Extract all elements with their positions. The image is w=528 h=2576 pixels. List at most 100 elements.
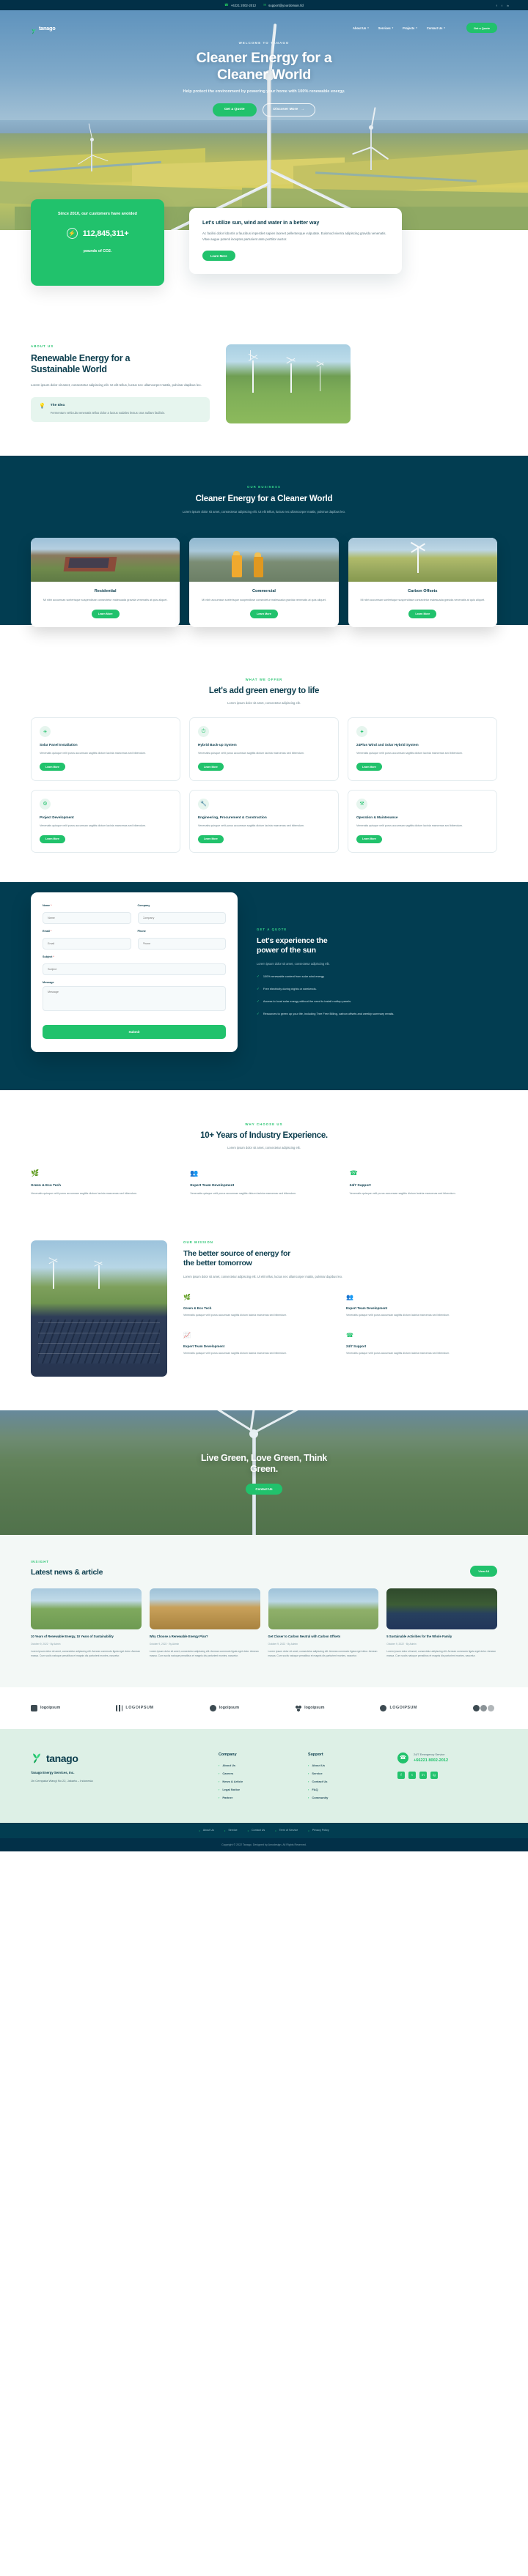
business-card[interactable]: Residential Mi nibh accumsan scelerisque…: [31, 538, 180, 628]
service-learn-more-button[interactable]: Learn More: [40, 834, 65, 843]
service-card[interactable]: ☀ Solar Panel Installation Venenatis qui…: [31, 717, 180, 781]
footer-link-support-faq[interactable]: › FAQ: [308, 1788, 378, 1791]
business-card-body: Mi nibh accumsan scelerisque suspendisse…: [360, 599, 485, 602]
news-card[interactable]: 10 Years of Renewable Energy, 10 Years o…: [31, 1588, 142, 1658]
footer-company-name: Tanago Energy Services, Inc.: [31, 1770, 75, 1774]
footbar-link-contact-us[interactable]: • Contact Us: [248, 1829, 265, 1832]
business-card-learn-more-button[interactable]: Learn More: [250, 610, 278, 619]
service-card[interactable]: ✦ 24Plus Wind and Solar Hybrid System Ve…: [348, 717, 497, 781]
twitter-icon[interactable]: t: [408, 1771, 416, 1779]
services-subtitle: Lorem ipsum dolor sit amet, consectetur …: [227, 700, 301, 705]
service-learn-more-button[interactable]: Learn More: [40, 763, 65, 771]
news-card-body: Lorem ipsum dolor sit amet, consectetur …: [149, 1649, 259, 1657]
business-card-image: [348, 538, 497, 582]
partner-logo-name: logoipsum: [304, 1706, 325, 1711]
business-card-learn-more-button[interactable]: Learn More: [91, 610, 120, 619]
business-card-body: Mi nibh accumsan scelerisque suspendisse…: [43, 599, 168, 602]
bullet-icon: •: [224, 1828, 226, 1832]
company-input[interactable]: [137, 912, 226, 925]
triple-circle-mark-icon: [488, 1704, 494, 1711]
about-image-column: [226, 344, 351, 423]
solar-panel-icon: ☀: [40, 726, 51, 738]
about-kicker: ABOUT US: [31, 344, 54, 348]
nav-item-about-us[interactable]: About Us ▾: [353, 26, 369, 30]
business-card-image: [189, 538, 339, 582]
footbar-link-term-of-service[interactable]: • Term of Service: [275, 1829, 298, 1832]
message-textarea[interactable]: [43, 986, 226, 1012]
hero-discover-more-button[interactable]: Discover More →: [262, 103, 316, 116]
nav-label: Contact Us: [426, 26, 443, 30]
service-learn-more-button[interactable]: Learn More: [198, 834, 224, 843]
business-card-learn-more-button[interactable]: Learn More: [408, 610, 437, 619]
service-learn-more-button[interactable]: Learn More: [198, 763, 224, 771]
about-text-column: ABOUT US Renewable Energy for a Sustaina…: [31, 344, 210, 423]
label-company: Company: [137, 904, 150, 908]
footbar-link-service[interactable]: • Service: [224, 1829, 238, 1832]
subject-input[interactable]: [43, 963, 226, 976]
cta-contact-us-button[interactable]: Contact Us: [246, 1483, 282, 1495]
footer-link-support-about-us[interactable]: › About Us: [308, 1763, 378, 1767]
nav-item-projects[interactable]: Projects ▾: [403, 26, 417, 30]
name-input[interactable]: [43, 912, 131, 925]
footer-link-legal-notice[interactable]: › Legal Notice: [219, 1788, 289, 1791]
triple-circle-mark-icon: [480, 1704, 487, 1711]
partner-logo-name: LOGOIPSUM: [389, 1706, 417, 1711]
chevron-right-icon: ›: [308, 1795, 309, 1799]
footer-link-support-contact-us[interactable]: › Contact Us: [308, 1780, 378, 1783]
footer-link-about-us[interactable]: › About Us: [219, 1763, 289, 1767]
linkedin-icon[interactable]: in: [507, 4, 509, 7]
business-card[interactable]: Carbon Offsets Mi nibh accumsan sceleris…: [348, 538, 497, 628]
facebook-icon[interactable]: f: [397, 1771, 405, 1779]
submit-button[interactable]: Submit: [43, 1025, 226, 1040]
about-body: Lorem ipsum dolor sit amet, consectetur …: [31, 382, 202, 387]
footer-emergency-number[interactable]: +66221 8002-2012: [414, 1758, 448, 1763]
service-card[interactable]: ⚒ Operation & Maintenance Venenatis quis…: [348, 789, 497, 854]
tanago-leaf-icon: [31, 1753, 43, 1764]
phone-input[interactable]: [137, 938, 226, 950]
better-photo: [31, 1240, 167, 1377]
news-card[interactable]: Get Closer to Carbon Neutral with Carbon…: [268, 1588, 379, 1658]
footbar-link-privacy-policy[interactable]: • Privacy Policy: [308, 1829, 329, 1832]
form-group-email: Email *: [43, 930, 131, 950]
brand-logo[interactable]: tanago: [31, 25, 56, 34]
footer-link-careers[interactable]: › Careers: [219, 1772, 289, 1775]
service-learn-more-button[interactable]: Learn More: [356, 834, 382, 843]
topbar-social-links: f t in: [496, 4, 509, 7]
nav-item-services[interactable]: Services ▾: [378, 26, 393, 30]
experience-item-title: 24/7 Support: [349, 1183, 371, 1188]
topbar-phone[interactable]: ☎ +6221 2002-2012: [224, 3, 256, 7]
info-card-learn-more-button[interactable]: Learn More: [202, 251, 235, 262]
battery-icon: ⏻: [198, 726, 209, 738]
linkedin-icon[interactable]: in: [419, 1771, 427, 1779]
footer-link-partner[interactable]: › Partner: [219, 1796, 289, 1799]
hero-get-quote-button[interactable]: Get a Quote: [212, 103, 257, 116]
news-card[interactable]: Why Choose a Renewable Energy Plan? Octo…: [149, 1588, 260, 1658]
nav-get-a-quote-button[interactable]: Get a Quote: [466, 23, 497, 33]
footer-logo[interactable]: tanago: [31, 1753, 199, 1764]
news-card-title: Get Closer to Carbon Neutral with Carbon…: [268, 1634, 341, 1638]
news-card[interactable]: 5 Sustainable Activities for the Whole F…: [386, 1588, 497, 1658]
footer-link-support-community[interactable]: › Community: [308, 1796, 378, 1799]
service-card[interactable]: 🔧 Engineering, Procurement & Constructio…: [189, 789, 339, 854]
news-card-image: [386, 1588, 497, 1629]
facebook-icon[interactable]: f: [496, 4, 497, 7]
news-view-all-button[interactable]: View All: [470, 1565, 497, 1577]
service-card[interactable]: ⚙ Project Development Venenatis quisque …: [31, 789, 180, 854]
service-card[interactable]: ⏻ Hybrid Back-up System Venenatis quisqu…: [189, 717, 339, 781]
topbar-email-text: support@yourdomain.tld: [268, 3, 304, 7]
business-title: Cleaner Energy for a Cleaner World: [195, 495, 333, 503]
stat-lead: Since 2010, our customers have avoided: [58, 212, 137, 216]
service-learn-more-button[interactable]: Learn More: [356, 763, 382, 771]
footbar-link-about-us[interactable]: • About Us: [199, 1829, 214, 1832]
topbar-email[interactable]: ✉ support@yourdomain.tld: [263, 3, 304, 7]
nav-item-contact-us[interactable]: Contact Us ▾: [427, 26, 445, 30]
leaf-icon: 🌿: [31, 1169, 40, 1177]
business-card[interactable]: Commercial Mi nibh accumsan scelerisque …: [189, 538, 339, 628]
better-kicker: OUR MISSION: [183, 1240, 213, 1244]
email-input[interactable]: [43, 938, 131, 950]
lightning-bolt-icon: ⚡: [66, 228, 78, 240]
footer-link-support-service[interactable]: › Service: [308, 1772, 378, 1775]
footer-link-news-article[interactable]: › News & Article: [219, 1780, 289, 1783]
instagram-icon[interactable]: ig: [430, 1771, 438, 1779]
chevron-down-icon: ▾: [444, 26, 445, 29]
